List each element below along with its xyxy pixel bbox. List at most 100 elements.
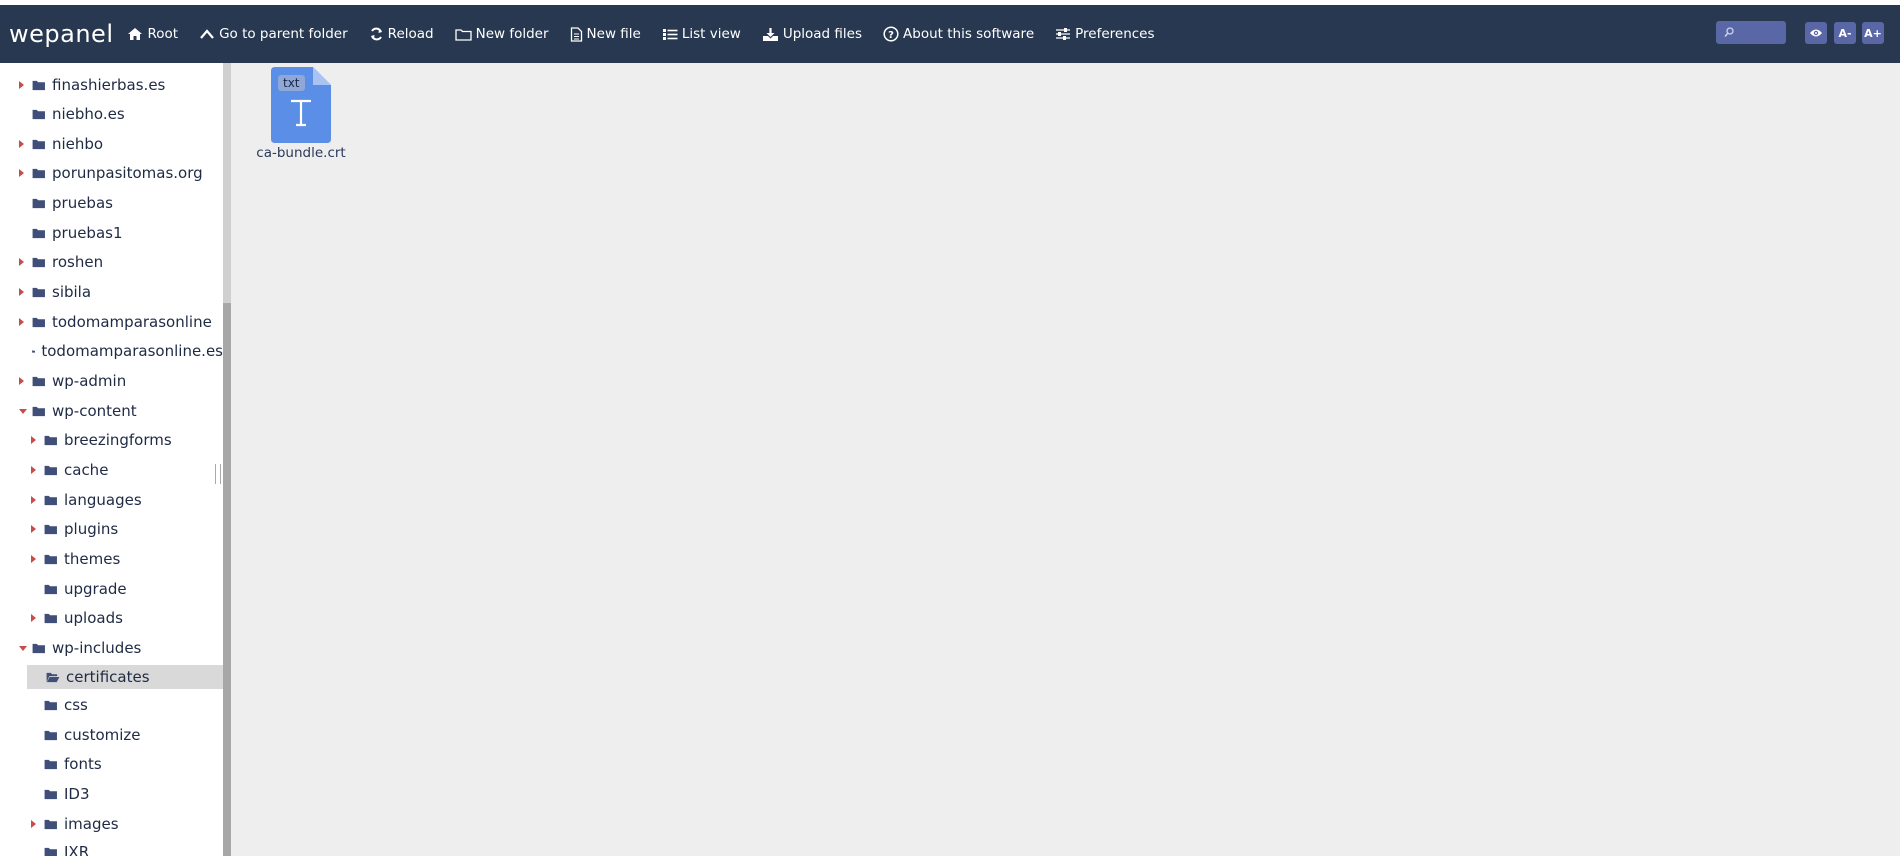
tree-item[interactable]: ID3 <box>0 782 223 806</box>
tree-item[interactable]: todomamparasonline <box>0 310 223 334</box>
preview-toggle-button[interactable] <box>1805 22 1827 44</box>
root-button[interactable]: Root <box>127 26 178 42</box>
scrollbar-track-upper <box>223 63 231 303</box>
caret-right-icon[interactable] <box>19 318 24 326</box>
question-circle-icon: ? <box>883 26 899 42</box>
folder-icon <box>44 730 57 740</box>
tree-item[interactable]: wp-content <box>0 399 223 423</box>
navbar: wepanel Root Go to parent folder Reload … <box>0 5 1900 63</box>
tree-item[interactable]: languages <box>0 488 223 512</box>
tree-item-label: roshen <box>52 253 104 271</box>
toolbar: Root Go to parent folder Reload New fold… <box>127 26 1175 42</box>
tree-item-label: images <box>64 815 119 833</box>
caret-right-icon[interactable] <box>31 496 36 504</box>
caret-right-icon[interactable] <box>31 466 36 474</box>
tree-item-label: niebho.es <box>52 105 125 123</box>
tree-item[interactable]: uploads <box>0 606 223 630</box>
tree-item-label: upgrade <box>64 580 127 598</box>
tree-item[interactable]: todomamparasonline.es <box>0 339 223 363</box>
tree-item-label: breezingforms <box>64 431 172 449</box>
list-view-button[interactable]: List view <box>662 26 741 42</box>
caret-right-icon[interactable] <box>19 81 24 89</box>
tree-item[interactable]: finashierbas.es <box>0 73 223 97</box>
tree-item[interactable]: cache <box>0 458 223 482</box>
folder-icon <box>32 257 45 267</box>
tree-item[interactable]: porunpasitomas.org <box>0 161 223 185</box>
tree-item[interactable]: fonts <box>0 752 223 776</box>
caret-down-icon[interactable] <box>19 646 27 651</box>
tree-item[interactable]: themes <box>0 547 223 571</box>
upload-files-button[interactable]: Upload files <box>762 26 862 42</box>
caret-right-icon[interactable] <box>19 140 24 148</box>
tree-item[interactable]: roshen <box>0 250 223 274</box>
caret-right-icon[interactable] <box>31 436 36 444</box>
tree-item[interactable]: certificates <box>27 665 223 689</box>
sidebar-resize-handle[interactable] <box>215 464 221 484</box>
new-folder-button[interactable]: New folder <box>454 26 549 42</box>
caret-right-icon[interactable] <box>19 258 24 266</box>
folder-icon <box>32 317 45 327</box>
folder-icon <box>32 198 45 208</box>
app-logo: wepanel <box>9 20 114 48</box>
preferences-label: Preferences <box>1075 26 1155 42</box>
tree-item[interactable]: breezingforms <box>0 428 223 452</box>
svg-text:?: ? <box>888 30 894 41</box>
caret-right-icon[interactable] <box>19 377 24 385</box>
file-item[interactable]: txt ca-bundle.crt <box>251 67 351 161</box>
parent-folder-label: Go to parent folder <box>219 26 348 42</box>
tree-item-label: ID3 <box>64 785 90 803</box>
caret-right-icon[interactable] <box>19 288 24 296</box>
scrollbar-thumb[interactable] <box>223 303 231 856</box>
tree-item[interactable]: niebho.es <box>0 102 223 126</box>
caret-right-icon[interactable] <box>31 820 36 828</box>
tree-item[interactable]: pruebas <box>0 191 223 215</box>
tree-item-label: customize <box>64 726 141 744</box>
caret-right-icon[interactable] <box>19 169 24 177</box>
upload-icon <box>762 27 778 41</box>
tree-item[interactable]: images <box>0 812 223 836</box>
tree-item-label: todomamparasonline <box>52 313 212 331</box>
caret-right-icon[interactable] <box>31 525 36 533</box>
folder-icon <box>44 847 57 856</box>
caret-down-icon[interactable] <box>19 409 27 414</box>
tree-item[interactable]: upgrade <box>0 577 223 601</box>
font-decrease-button[interactable]: A- <box>1834 22 1856 44</box>
folder-icon <box>44 613 57 623</box>
tree-item[interactable]: css <box>0 693 223 717</box>
new-file-button[interactable]: New file <box>570 26 641 42</box>
file-type-badge: txt <box>278 75 305 91</box>
caret-right-icon[interactable] <box>31 614 36 622</box>
caret-right-icon[interactable] <box>31 555 36 563</box>
folder-icon <box>44 759 57 769</box>
root-label: Root <box>147 26 179 42</box>
folder-outline-icon <box>454 28 472 41</box>
preferences-button[interactable]: Preferences <box>1055 26 1155 42</box>
tree-item[interactable]: sibila <box>0 280 223 304</box>
reload-button[interactable]: Reload <box>369 26 434 42</box>
tree-item[interactable]: wp-admin <box>0 369 223 393</box>
tree-item[interactable]: wp-includes <box>0 636 223 660</box>
tree-item[interactable]: IXR <box>0 840 223 856</box>
folder-icon <box>32 139 45 149</box>
font-increase-button[interactable]: A+ <box>1862 22 1884 44</box>
folder-tree: finashierbas.es niebho.es niehbo porunpasit… <box>0 63 224 856</box>
tree-item-label: todomamparasonline.es <box>41 342 223 360</box>
tree-item[interactable]: customize <box>0 723 223 747</box>
tree-item[interactable]: pruebas1 <box>0 221 223 245</box>
folder-icon <box>44 524 57 534</box>
eye-icon <box>1810 29 1822 37</box>
search-input[interactable] <box>1734 21 1784 44</box>
folder-icon <box>44 789 57 799</box>
tree-item[interactable]: niehbo <box>0 132 223 156</box>
search-box[interactable] <box>1716 21 1786 44</box>
tree-item-label: wp-admin <box>52 372 127 390</box>
folder-icon <box>32 168 45 178</box>
folder-open-icon <box>46 672 60 682</box>
folder-icon <box>32 80 45 90</box>
parent-folder-button[interactable]: Go to parent folder <box>199 26 348 42</box>
list-icon <box>662 28 678 40</box>
about-button[interactable]: ? About this software <box>883 26 1034 42</box>
sidebar-scrollbar[interactable] <box>223 63 231 856</box>
tree-item[interactable]: plugins <box>0 517 223 541</box>
tree-item-label: plugins <box>64 520 119 538</box>
